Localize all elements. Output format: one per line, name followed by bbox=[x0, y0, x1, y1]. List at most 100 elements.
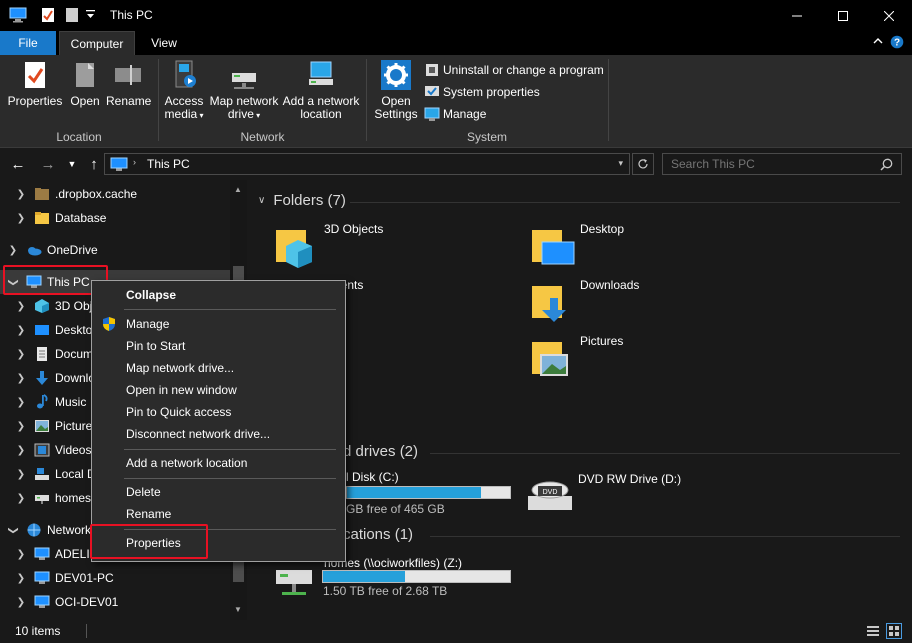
chevron-down-icon[interactable]: ❯ bbox=[8, 523, 19, 537]
nav-item-music[interactable]: ❯ Music bbox=[14, 390, 86, 414]
chevron-right-icon[interactable]: ❯ bbox=[14, 597, 28, 608]
nav-item-videos[interactable]: ❯ Videos bbox=[14, 438, 92, 462]
breadcrumb-chevron-icon[interactable]: › bbox=[133, 157, 136, 167]
menu-item-rename[interactable]: Rename bbox=[92, 503, 345, 525]
properties-check-icon[interactable] bbox=[41, 7, 55, 23]
chevron-right-icon[interactable]: ❯ bbox=[14, 549, 28, 560]
tab-computer[interactable]: Computer bbox=[59, 31, 135, 55]
menu-item-pin-quick-access[interactable]: Pin to Quick access bbox=[92, 401, 345, 423]
folder-tile-downloads[interactable]: Downloads bbox=[528, 278, 639, 328]
chevron-right-icon[interactable]: ❯ bbox=[14, 189, 28, 200]
system-properties-button[interactable]: System properties bbox=[424, 82, 540, 102]
chevron-right-icon[interactable]: ❯ bbox=[14, 493, 28, 504]
nav-item-dev01-pc[interactable]: ❯ DEV01-PC bbox=[14, 566, 114, 590]
manage-label: Manage bbox=[443, 107, 487, 121]
maximize-button[interactable] bbox=[820, 0, 866, 31]
onedrive-icon bbox=[28, 247, 42, 256]
uninstall-program-button[interactable]: Uninstall or change a program bbox=[424, 60, 604, 80]
nav-item-downloads[interactable]: ❯ Downlo bbox=[14, 366, 95, 390]
menu-item-add-network-location[interactable]: Add a network location bbox=[92, 452, 345, 474]
collapse-ribbon-icon[interactable] bbox=[873, 36, 883, 46]
rename-button[interactable]: Rename bbox=[106, 59, 151, 108]
search-box[interactable] bbox=[662, 153, 902, 175]
downloads-icon bbox=[36, 371, 48, 385]
back-button[interactable]: ← bbox=[8, 154, 28, 174]
chevron-right-icon[interactable]: ❯ bbox=[14, 397, 28, 408]
location-group-label: Location bbox=[56, 130, 102, 144]
nav-item-network[interactable]: ❯ Network bbox=[6, 518, 92, 542]
properties-button[interactable]: Properties bbox=[6, 59, 64, 108]
computer-icon bbox=[34, 547, 50, 560]
dvd-drive-label: DVD RW Drive (D:) bbox=[578, 472, 682, 486]
address-bar[interactable]: › This PC ▾ bbox=[104, 153, 630, 175]
nav-item-adelin[interactable]: ❯ ADELIN bbox=[14, 542, 99, 566]
nav-item-homes[interactable]: ❯ homes bbox=[14, 486, 91, 510]
refresh-button[interactable] bbox=[632, 153, 654, 175]
chevron-right-icon[interactable]: ❯ bbox=[6, 245, 20, 256]
maximize-icon bbox=[838, 10, 848, 21]
chevron-right-icon[interactable]: ❯ bbox=[14, 421, 28, 432]
chevron-right-icon[interactable]: ❯ bbox=[14, 213, 28, 224]
open-button[interactable]: Open bbox=[66, 59, 104, 108]
new-folder-icon[interactable] bbox=[65, 7, 79, 23]
tiles-view-icon[interactable] bbox=[886, 623, 902, 639]
nav-item-local-disk[interactable]: ❯ Local D bbox=[14, 462, 96, 486]
menu-item-open-new-window[interactable]: Open in new window bbox=[92, 379, 345, 401]
folder-icon bbox=[35, 188, 49, 200]
tab-file[interactable]: File bbox=[0, 31, 56, 55]
chevron-right-icon[interactable]: ❯ bbox=[14, 469, 28, 480]
chevron-right-icon[interactable]: ❯ bbox=[14, 301, 28, 312]
nav-item-3d-objects[interactable]: ❯ 3D Obj bbox=[14, 294, 92, 318]
menu-item-disconnect-network-drive[interactable]: Disconnect network drive... bbox=[92, 423, 345, 445]
up-button[interactable]: ↑ bbox=[84, 154, 104, 174]
folder-tile-desktop[interactable]: Desktop bbox=[528, 222, 624, 272]
folder-tile-pictures[interactable]: Pictures bbox=[528, 334, 623, 384]
menu-item-map-network-drive[interactable]: Map network drive... bbox=[92, 357, 345, 379]
nav-item-pictures[interactable]: ❯ Picture bbox=[14, 414, 93, 438]
access-media-button[interactable]: Access media ▾ bbox=[162, 59, 206, 122]
search-input[interactable] bbox=[663, 154, 873, 174]
uninstall-label: Uninstall or change a program bbox=[443, 63, 604, 77]
drive-dvd-rw-d[interactable]: DVD DVD RW Drive (D:) bbox=[526, 472, 681, 522]
nav-item-onedrive[interactable]: ❯ OneDrive bbox=[6, 238, 98, 262]
details-view-icon[interactable] bbox=[866, 624, 880, 638]
scroll-down-icon[interactable]: ▼ bbox=[234, 605, 242, 614]
tab-view[interactable]: View bbox=[137, 31, 191, 55]
group-divider bbox=[158, 59, 159, 141]
chevron-right-icon[interactable]: ❯ bbox=[14, 325, 28, 336]
forward-button[interactable]: → bbox=[38, 154, 58, 174]
breadcrumb-this-pc[interactable]: This PC bbox=[147, 157, 190, 171]
chevron-right-icon[interactable]: ❯ bbox=[14, 373, 28, 384]
minimize-button[interactable] bbox=[774, 0, 820, 31]
add-network-location-button[interactable]: Add a network location bbox=[282, 59, 360, 121]
menu-item-delete[interactable]: Delete bbox=[92, 481, 345, 503]
system-properties-label: System properties bbox=[443, 85, 540, 99]
help-icon[interactable]: ? bbox=[890, 35, 904, 49]
manage-button[interactable]: Manage bbox=[424, 104, 486, 124]
nav-item-documents[interactable]: ❯ Docum bbox=[14, 342, 93, 366]
recent-locations-button[interactable]: ▼ bbox=[62, 154, 82, 174]
map-network-drive-button[interactable]: Map network drive ▾ bbox=[208, 59, 280, 122]
close-button[interactable] bbox=[866, 0, 912, 31]
chevron-down-icon[interactable] bbox=[86, 10, 95, 20]
chevron-right-icon[interactable]: ❯ bbox=[14, 349, 28, 360]
nav-item-dropbox-cache[interactable]: ❯ .dropbox.cache bbox=[14, 182, 137, 206]
folders-group-header[interactable]: ∨ Folders (7) bbox=[258, 192, 346, 209]
3d-objects-folder-icon bbox=[276, 230, 312, 268]
local-disk-label: l Disk (C:) bbox=[346, 470, 399, 484]
open-settings-button[interactable]: Open Settings bbox=[372, 59, 420, 121]
menu-item-pin-to-start[interactable]: Pin to Start bbox=[92, 335, 345, 357]
ribbon-tabs: File Computer View ? bbox=[0, 31, 912, 55]
drive-local-disk-c[interactable]: l Disk (C:) bbox=[346, 470, 399, 484]
nav-item-oci-dev01[interactable]: ❯ OCI-DEV01 bbox=[14, 590, 119, 614]
scroll-up-icon[interactable]: ▲ bbox=[234, 185, 242, 194]
menu-item-manage[interactable]: Manage bbox=[92, 313, 345, 335]
nav-item-database[interactable]: ❯ Database bbox=[14, 206, 107, 230]
folder-tile-3d-objects[interactable]: 3D Objects bbox=[272, 222, 383, 272]
menu-item-collapse[interactable]: Collapse bbox=[92, 284, 345, 306]
chevron-down-icon[interactable]: ▾ bbox=[618, 158, 623, 169]
group-divider bbox=[430, 536, 900, 537]
chevron-right-icon[interactable]: ❯ bbox=[14, 573, 28, 584]
chevron-right-icon[interactable]: ❯ bbox=[14, 445, 28, 456]
nav-item-desktop[interactable]: ❯ Deskto bbox=[14, 318, 93, 342]
